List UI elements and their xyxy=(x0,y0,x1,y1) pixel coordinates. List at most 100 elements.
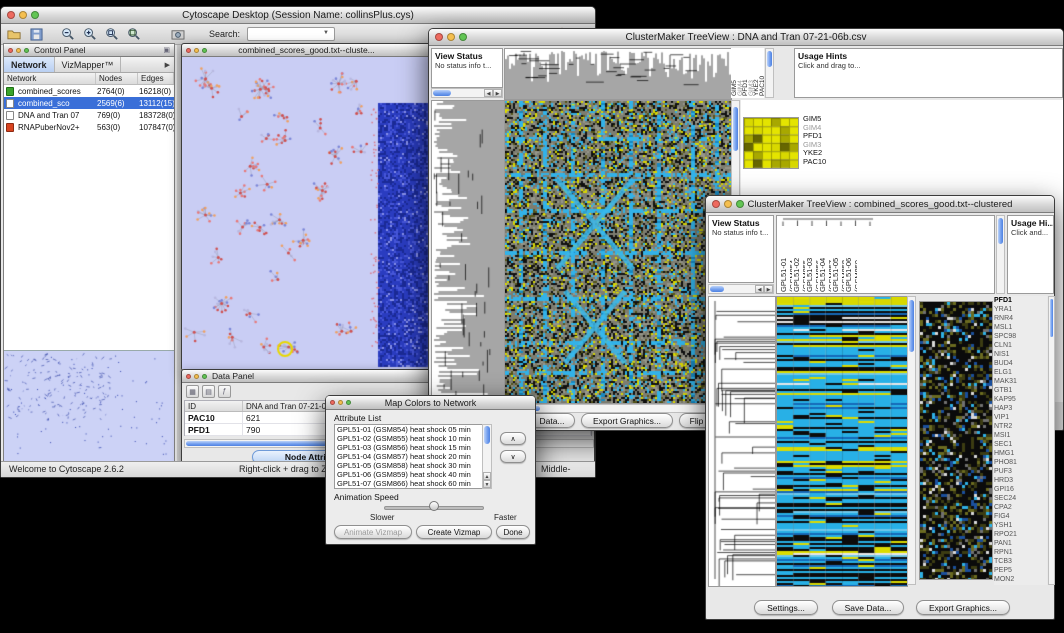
close-icon[interactable] xyxy=(712,200,720,208)
gene-label[interactable]: MON2 xyxy=(994,575,1047,584)
zoom-window-icon[interactable] xyxy=(736,200,744,208)
tv2-top-vscrollbar[interactable] xyxy=(996,215,1005,294)
scroll-left-icon[interactable]: ◀ xyxy=(484,89,493,97)
tv2-col-dendro[interactable] xyxy=(777,216,994,226)
select-attributes-icon[interactable]: ▤ xyxy=(202,385,215,398)
scroll-thumb[interactable] xyxy=(998,218,1003,244)
attribute-item[interactable]: GPL51-02 (GSM855) heat shock 10 min xyxy=(335,434,491,443)
export-graphics-button[interactable]: Export Graphics... xyxy=(581,413,673,428)
move-up-button[interactable]: ∧ xyxy=(500,432,526,445)
gene-label[interactable]: MSI1 xyxy=(994,431,1047,440)
thumbnail-canvas[interactable] xyxy=(4,351,174,461)
zoom-window-icon[interactable] xyxy=(202,374,207,379)
scroll-up-icon[interactable]: ▲ xyxy=(483,472,491,480)
column-label[interactable]: GPL51-04 (GSM857 xyxy=(818,228,831,292)
network-view-titlebar[interactable]: combined_scores_good.txt--cluste... xyxy=(182,44,431,57)
tv2-row-dendro[interactable] xyxy=(708,296,776,587)
attribute-list[interactable]: GPL51-01 (GSM854) heat shock 05 minGPL51… xyxy=(334,424,492,489)
gene-label[interactable]: CLN1 xyxy=(994,341,1047,350)
zoom-window-icon[interactable] xyxy=(459,33,467,41)
gene-label[interactable]: NTR2 xyxy=(994,422,1047,431)
zoom-window-icon[interactable] xyxy=(346,400,351,405)
status-hscrollbar[interactable]: ◀ ▶ xyxy=(708,284,774,294)
col-id[interactable]: ID xyxy=(185,401,243,411)
minimize-icon[interactable] xyxy=(724,200,732,208)
tv1-heatmap[interactable] xyxy=(504,100,732,404)
scroll-thumb[interactable] xyxy=(1050,299,1053,337)
attribute-list-vscrollbar[interactable]: ▲ ▼ xyxy=(482,424,492,489)
tv1-row-dendro[interactable] xyxy=(431,100,505,404)
cytoscape-titlebar[interactable]: Cytoscape Desktop (Session Name: collins… xyxy=(1,7,595,24)
zoom-window-icon[interactable] xyxy=(24,48,29,53)
gene-label[interactable]: YRA1 xyxy=(994,305,1047,314)
minimize-icon[interactable] xyxy=(338,400,343,405)
float-panel-icon[interactable]: ▣ xyxy=(163,46,170,54)
treeview1-titlebar[interactable]: ClusterMaker TreeView : DNA and Tran 07-… xyxy=(429,29,1063,46)
gene-label[interactable]: PHO81 xyxy=(994,458,1047,467)
zoom-fit-icon[interactable] xyxy=(125,26,143,42)
gene-label[interactable]: SEC24 xyxy=(994,494,1047,503)
gene-label[interactable]: FIG4 xyxy=(994,512,1047,521)
network-row[interactable]: DNA and Tran 07769(0)183728(0) xyxy=(4,109,174,121)
gene-label[interactable]: NIS1 xyxy=(994,350,1047,359)
attribute-item[interactable]: GPL51-07 (GSM866) heat shock 60 min xyxy=(335,479,491,488)
gene-label[interactable]: GPI16 xyxy=(994,485,1047,494)
minimize-icon[interactable] xyxy=(447,33,455,41)
treeview2-titlebar[interactable]: ClusterMaker TreeView : combined_scores_… xyxy=(706,196,1054,213)
scroll-thumb[interactable] xyxy=(909,300,914,352)
gene-label[interactable]: VIP1 xyxy=(994,413,1047,422)
gene-label[interactable]: YSH1 xyxy=(994,521,1047,530)
gene-label[interactable]: SPC98 xyxy=(994,332,1047,341)
network-row[interactable]: combined_scores2764(0)16218(0) xyxy=(4,85,174,97)
gene-label[interactable]: HRD3 xyxy=(994,476,1047,485)
gene-label[interactable]: MAK31 xyxy=(994,377,1047,386)
gene-label[interactable]: PUF3 xyxy=(994,467,1047,476)
gene-label[interactable]: BUD4 xyxy=(994,359,1047,368)
tab-network[interactable]: Network xyxy=(4,57,55,72)
scroll-thumb[interactable] xyxy=(484,426,490,444)
tv1-top-vscrollbar[interactable] xyxy=(765,48,774,98)
close-icon[interactable] xyxy=(8,48,13,53)
gene-label[interactable]: CPA2 xyxy=(994,503,1047,512)
done-button[interactable]: Done xyxy=(496,525,530,539)
status-hscrollbar[interactable]: ◀ ▶ xyxy=(431,88,503,98)
scroll-right-icon[interactable]: ▶ xyxy=(764,285,773,293)
save-icon[interactable] xyxy=(27,26,45,42)
close-icon[interactable] xyxy=(330,400,335,405)
speed-slider-thumb[interactable] xyxy=(429,501,439,511)
attribute-item[interactable]: GPL51-06 (GSM859) heat shock 40 min xyxy=(335,470,491,479)
col-nodes[interactable]: Nodes xyxy=(96,73,138,84)
col-edges[interactable]: Edges xyxy=(138,73,174,84)
gene-label[interactable]: HMG1 xyxy=(994,449,1047,458)
gene-label[interactable]: PAN1 xyxy=(994,539,1047,548)
column-label[interactable]: GPL51-06 (GSM859 xyxy=(844,228,857,292)
tv2-heatmap2[interactable] xyxy=(919,301,993,580)
tv2-heatmap[interactable] xyxy=(776,296,908,587)
attribute-item[interactable]: GPL51-01 (GSM854) heat shock 05 min xyxy=(335,425,491,434)
scroll-right-icon[interactable]: ▶ xyxy=(493,89,502,97)
scroll-thumb[interactable] xyxy=(710,286,724,292)
tab-vizmapper[interactable]: VizMapper™ xyxy=(55,57,122,72)
attribute-item[interactable]: GPL51-03 (GSM856) heat shock 15 min xyxy=(335,443,491,452)
attribute-item[interactable]: GPL51-05 (GSM858) heat shock 30 min xyxy=(335,461,491,470)
column-label[interactable]: GPL51-03 (GSM856 xyxy=(805,228,818,292)
scroll-thumb[interactable] xyxy=(433,90,451,96)
minimize-icon[interactable] xyxy=(16,48,21,53)
matrix-row-label[interactable]: PAC10 xyxy=(803,158,826,167)
tv2-vscrollbar[interactable] xyxy=(907,296,916,585)
gene-label[interactable]: MSL1 xyxy=(994,323,1047,332)
gene-label[interactable]: KAP95 xyxy=(994,395,1047,404)
scroll-left-icon[interactable]: ◀ xyxy=(755,285,764,293)
settings-button[interactable]: Settings... xyxy=(754,600,818,615)
column-label[interactable]: GPL51-01 (GSM854 xyxy=(779,228,792,292)
gene-label[interactable]: GTB1 xyxy=(994,386,1047,395)
export-graphics-button[interactable]: Export Graphics... xyxy=(916,600,1010,615)
chevron-down-icon[interactable]: ▼ xyxy=(323,30,329,36)
save-data-button[interactable]: Save Data... xyxy=(832,600,904,615)
gene-label[interactable]: PEP5 xyxy=(994,566,1047,575)
column-label[interactable]: GPL51-02 (GSM855 xyxy=(792,228,805,292)
column-label[interactable]: GPL51-05 (GSM858 xyxy=(831,228,844,292)
scroll-down-icon[interactable]: ▼ xyxy=(483,480,491,488)
gene-label[interactable]: SEC1 xyxy=(994,440,1047,449)
minimize-icon[interactable] xyxy=(194,374,199,379)
